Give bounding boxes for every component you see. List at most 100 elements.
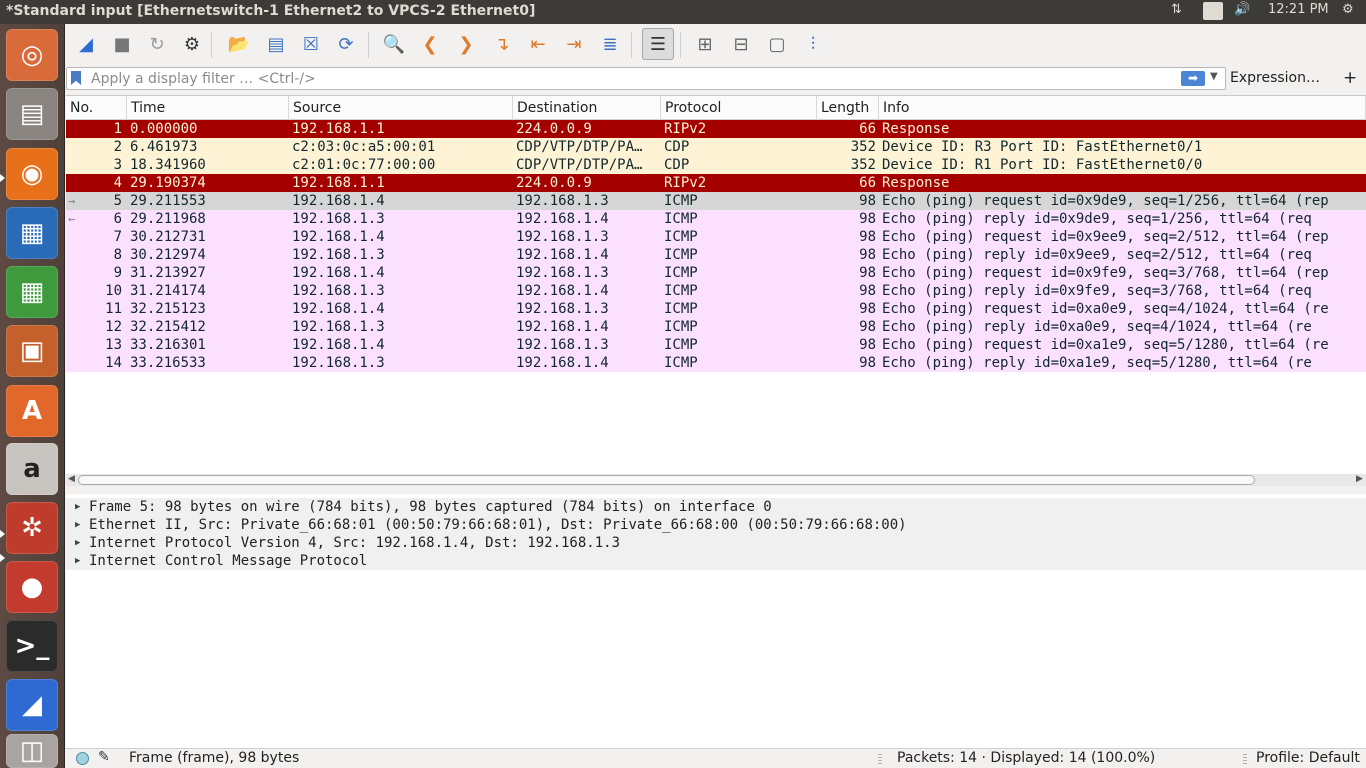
packet-row[interactable]: 13 33.216301 192.168.1.4 192.168.1.3 ICMP 98 E… <box>66 336 1366 354</box>
expand-arrow-icon[interactable]: ▶ <box>75 552 80 570</box>
packet-protocol: RIPv2 <box>664 175 707 191</box>
packet-list-horizontal-scrollbar[interactable]: ◀ ▶ <box>66 474 1366 486</box>
expand-arrow-icon[interactable]: ▶ <box>75 498 80 516</box>
terminal-icon: >_ <box>14 631 50 661</box>
resize-columns-button[interactable]: ⫶ <box>800 31 826 57</box>
colorize-button[interactable]: ☰ <box>642 28 674 60</box>
launcher-system-settings[interactable]: ✲ <box>6 502 58 554</box>
packet-source: 192.168.1.3 <box>292 355 385 371</box>
packet-source: 192.168.1.1 <box>292 121 385 137</box>
filter-history-dropdown-icon[interactable]: ▼ <box>1210 71 1218 82</box>
system-gear-icon[interactable]: ⚙ <box>1342 2 1354 17</box>
volume-icon[interactable]: 🔊 <box>1234 2 1250 17</box>
packet-row[interactable]: 8 30.212974 192.168.1.3 192.168.1.4 ICMP 98 Ec… <box>66 246 1366 264</box>
reload-file-button[interactable]: ⟳ <box>333 31 359 57</box>
column-header-source[interactable]: Source <box>289 96 513 120</box>
column-header-time[interactable]: Time <box>127 96 289 120</box>
launcher-ubuntu-software[interactable]: A <box>6 385 58 437</box>
launcher-ubuntu-dash[interactable]: ◎ <box>6 29 58 81</box>
normal-size-button[interactable]: ▢ <box>764 31 790 57</box>
filter-bookmark-icon[interactable] <box>71 71 81 85</box>
go-to-packet-button[interactable]: ↴ <box>489 31 515 57</box>
scroll-right-icon[interactable]: ▶ <box>1356 474 1363 484</box>
zoom-out-button[interactable]: ⊟ <box>728 31 754 57</box>
launcher-wireshark[interactable]: ◢ <box>6 679 58 731</box>
launcher-gns3[interactable]: ● <box>6 561 58 613</box>
status-bar: ✎ Frame (frame), 98 bytes Packets: 14 · … <box>65 748 1366 768</box>
close-file-button[interactable]: ☒ <box>298 31 324 57</box>
column-header-no[interactable]: No. <box>66 96 127 120</box>
packet-row[interactable]: 1 0.000000 192.168.1.1 224.0.0.9 RIPv2 66 Resp… <box>66 120 1366 138</box>
status-profile[interactable]: Profile: Default <box>1256 750 1360 766</box>
network-updown-icon[interactable]: ⇅ <box>1171 2 1182 17</box>
packet-row[interactable]: 12 32.215412 192.168.1.3 192.168.1.4 ICMP 98 E… <box>66 318 1366 336</box>
go-forward-button[interactable]: ❯ <box>453 31 479 57</box>
capture-comment-icon[interactable]: ✎ <box>98 749 110 765</box>
restart-capture-button[interactable]: ↻ <box>144 31 170 57</box>
column-header-protocol[interactable]: Protocol <box>661 96 817 120</box>
zoom-in-button[interactable]: ⊞ <box>692 31 718 57</box>
zoom-out-icon: ⊟ <box>733 33 749 55</box>
launcher-libreoffice-calc[interactable]: ▦ <box>6 266 58 318</box>
stop-capture-button[interactable]: ■ <box>109 31 135 57</box>
packet-row[interactable]: ← 6 29.211968 192.168.1.3 192.168.1.4 ICMP 98 E… <box>66 210 1366 228</box>
expand-arrow-icon[interactable]: ▶ <box>75 516 80 534</box>
display-filter-input[interactable]: Apply a display filter … <Ctrl-/> ➡ ▼ <box>66 67 1226 90</box>
details-tree-item[interactable]: ▶ Ethernet II, Src: Private_66:68:01 (00:… <box>66 516 1366 534</box>
status-grip[interactable] <box>878 754 882 764</box>
find-packet-button[interactable]: 🔍 <box>381 31 407 57</box>
packet-destination: 224.0.0.9 <box>516 121 592 137</box>
status-frame-info: Frame (frame), 98 bytes <box>129 750 300 766</box>
packet-length: 98 <box>859 247 876 263</box>
settings-wrench-icon: ✲ <box>21 513 43 543</box>
go-back-button[interactable]: ❮ <box>417 31 443 57</box>
details-tree-item[interactable]: ▶ Internet Protocol Version 4, Src: 192.1… <box>66 534 1366 552</box>
status-grip[interactable] <box>1243 754 1247 764</box>
packet-protocol: ICMP <box>664 247 698 263</box>
expand-arrow-icon[interactable]: ▶ <box>75 534 80 552</box>
details-tree-item[interactable]: ▶ Frame 5: 98 bytes on wire (784 bits), 9… <box>66 498 1366 516</box>
launcher-libreoffice-writer[interactable]: ▦ <box>6 207 58 259</box>
expert-info-led-icon[interactable] <box>76 752 89 765</box>
launcher-disk[interactable]: ◫ <box>6 734 58 768</box>
autoscroll-button[interactable]: ≣ <box>597 31 623 57</box>
packet-row[interactable]: 10 31.214174 192.168.1.3 192.168.1.4 ICMP 98 E… <box>66 282 1366 300</box>
launcher-files[interactable]: ▤ <box>6 88 58 140</box>
column-header-length[interactable]: Length <box>817 96 879 120</box>
scroll-left-icon[interactable]: ◀ <box>68 474 75 484</box>
add-filter-button[interactable]: + <box>1343 68 1357 88</box>
start-capture-button[interactable]: ◢ <box>73 31 99 57</box>
packet-row[interactable]: 14 33.216533 192.168.1.3 192.168.1.4 ICMP 98 E… <box>66 354 1366 372</box>
launcher-amazon[interactable]: a <box>6 443 58 495</box>
packet-row[interactable]: 3 18.341960 c2:01:0c:77:00:00 CDP/VTP/DTP/P… <box>66 156 1366 174</box>
packet-row[interactable]: 4 29.190374 192.168.1.1 224.0.0.9 RIPv2 66 Res… <box>66 174 1366 192</box>
launcher-terminal[interactable]: >_ <box>6 620 58 672</box>
details-tree-item[interactable]: ▶ Internet Control Message Protocol <box>66 552 1366 570</box>
launcher-firefox[interactable]: ◉ <box>6 148 58 200</box>
packet-row[interactable]: 11 32.215123 192.168.1.4 192.168.1.3 ICMP 98 E… <box>66 300 1366 318</box>
expression-button[interactable]: Expression… <box>1230 70 1320 86</box>
packet-row[interactable]: 2 6.461973 c2:03:0c:a5:00:01 CDP/VTP/DTP/PA… <box>66 138 1366 156</box>
packet-row[interactable]: 7 30.212731 192.168.1.4 192.168.1.3 ICMP 98 Ec… <box>66 228 1366 246</box>
column-header-destination[interactable]: Destination <box>513 96 661 120</box>
packet-row[interactable]: 9 31.213927 192.168.1.4 192.168.1.3 ICMP 98 Ec… <box>66 264 1366 282</box>
open-file-button[interactable]: 📂 <box>226 31 252 57</box>
capture-options-button[interactable]: ⚙ <box>179 31 205 57</box>
last-packet-button[interactable]: ⇥ <box>561 31 587 57</box>
launcher-libreoffice-impress[interactable]: ▣ <box>6 325 58 377</box>
packet-destination: 192.168.1.3 <box>516 265 609 281</box>
wireshark-fin-icon: ◢ <box>22 690 42 720</box>
toolbar-separator <box>631 32 632 58</box>
keyboard-language-indicator[interactable]: En <box>1203 2 1223 20</box>
clock[interactable]: 12:21 PM <box>1268 2 1329 17</box>
save-file-button[interactable]: ▤ <box>263 31 289 57</box>
scrollbar-thumb[interactable] <box>78 475 1255 485</box>
packet-row[interactable]: → 5 29.211553 192.168.1.4 192.168.1.3 ICMP 98 E… <box>66 192 1366 210</box>
packet-info: Echo (ping) reply id=0x9fe9, seq=3/768, … <box>882 283 1312 299</box>
first-packet-button[interactable]: ⇤ <box>525 31 551 57</box>
apply-filter-arrow-icon[interactable]: ➡ <box>1181 71 1205 86</box>
shark-fin-icon: ◢ <box>79 33 93 55</box>
column-header-info[interactable]: Info <box>879 96 1366 120</box>
packet-time: 30.212974 <box>130 247 206 263</box>
packet-number: 10 <box>105 283 122 299</box>
